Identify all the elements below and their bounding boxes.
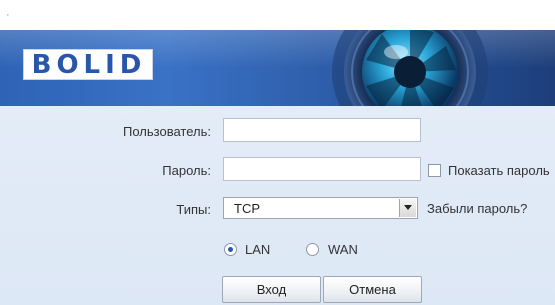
show-password-label[interactable]: Показать пароль bbox=[448, 163, 550, 178]
login-form: Пользователь: Пароль: Показать пароль Ти… bbox=[0, 106, 555, 305]
lan-label[interactable]: LAN bbox=[245, 242, 270, 257]
wan-radio[interactable] bbox=[306, 243, 319, 256]
forgot-password-link[interactable]: Забыли пароль? bbox=[427, 201, 527, 216]
wan-label[interactable]: WAN bbox=[328, 242, 358, 257]
password-label: Пароль: bbox=[162, 163, 211, 178]
logo-text: BOLID bbox=[31, 50, 147, 80]
camera-lens-icon bbox=[332, 30, 488, 106]
password-input[interactable] bbox=[223, 157, 421, 181]
chevron-down-icon[interactable] bbox=[399, 199, 416, 217]
login-button[interactable]: Вход bbox=[222, 276, 321, 303]
top-margin: · bbox=[0, 0, 555, 30]
type-select[interactable]: TCP bbox=[223, 197, 418, 219]
type-select-value: TCP bbox=[234, 201, 260, 216]
lan-radio[interactable] bbox=[224, 243, 237, 256]
header-banner: BOLID bbox=[0, 30, 555, 106]
show-password-checkbox[interactable] bbox=[428, 164, 441, 177]
cancel-button[interactable]: Отмена bbox=[323, 276, 422, 303]
user-input[interactable] bbox=[223, 118, 421, 142]
bolid-logo: BOLID bbox=[23, 49, 153, 80]
user-label: Пользователь: bbox=[123, 124, 211, 139]
corner-mark: · bbox=[6, 9, 10, 21]
lan-radio-dot bbox=[228, 247, 233, 252]
type-label: Типы: bbox=[176, 202, 211, 217]
